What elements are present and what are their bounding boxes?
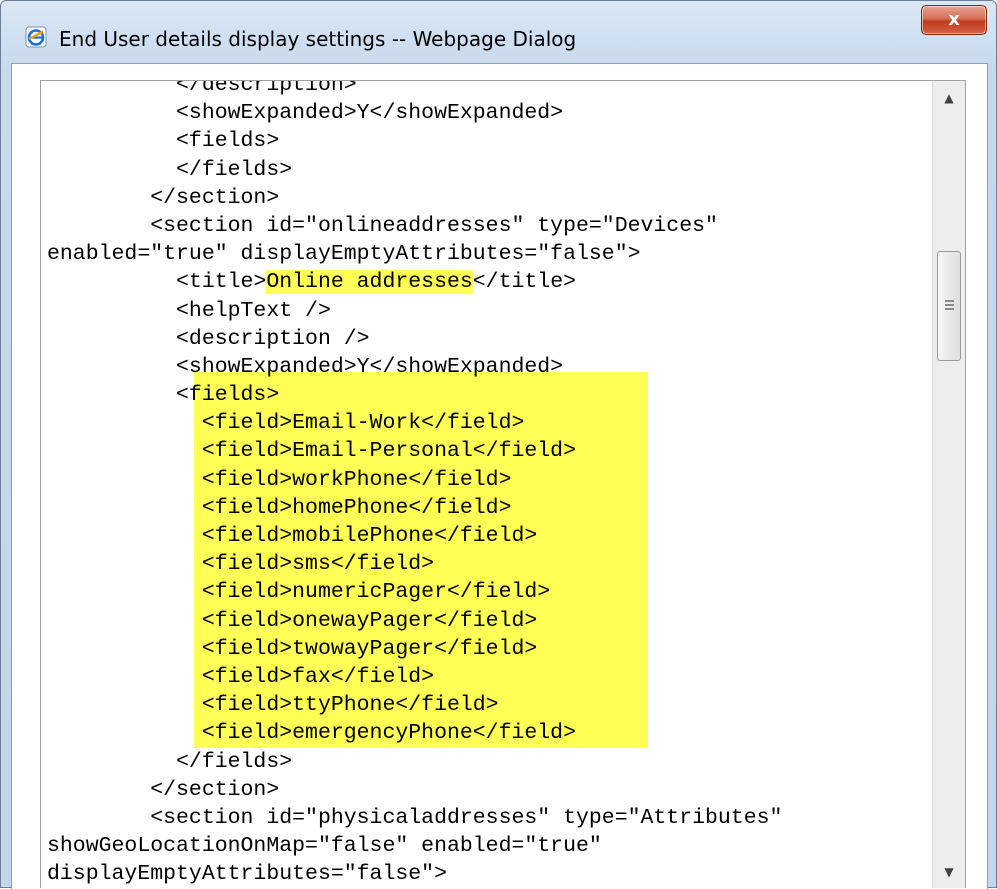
ie-icon (25, 26, 47, 48)
code-text: <field>mobilePhone</field> (47, 524, 538, 548)
code-line: displayEmptyAttributes="false"> (47, 860, 782, 888)
code-line: <section id="onlineaddresses" type="Devi… (47, 212, 782, 240)
code-text: <fields> (47, 129, 280, 154)
code-line: <field>fax</field> (47, 663, 782, 691)
code-line: </section> (47, 776, 782, 804)
code-text: </section> (47, 185, 280, 210)
grip-icon (945, 300, 954, 310)
code-line: <section id="physicaladdresses" type="At… (47, 804, 782, 832)
code-line: showGeoLocationOnMap="false" enabled="tr… (47, 832, 782, 860)
code-text: </description> (47, 80, 357, 97)
code-line: <field>onewayPager</field> (47, 607, 782, 635)
close-button[interactable]: x (921, 5, 987, 35)
code-text: <field>workPhone</field> (47, 467, 512, 492)
code-text: <title> (47, 270, 267, 295)
window-title: End User details display settings -- Web… (59, 27, 577, 51)
code-line: <field>numericPager</field> (47, 578, 782, 606)
highlighted-text: Online addresses (266, 270, 473, 295)
code-text: <description /> (47, 326, 370, 351)
code-text: <field>Email-Personal</field> (47, 439, 576, 464)
xml-text-editor[interactable]: </description> <showExpanded>Y</showExpa… (40, 80, 966, 888)
code-text: displayEmptyAttributes="false"> (47, 862, 447, 887)
code-line: <field>ttyPhone</field> (47, 691, 782, 719)
code-line: <field>emergencyPhone</field> (47, 719, 782, 747)
code-text: <field>onewayPager</field> (47, 608, 538, 633)
title-bar[interactable]: End User details display settings -- Web… (1, 1, 996, 63)
code-line: <fields> (47, 381, 782, 409)
code-line: <title>Online addresses</title> (47, 268, 782, 296)
code-text: </fields> (47, 749, 293, 774)
code-text: <section id="onlineaddresses" type="Devi… (47, 213, 718, 238)
code-text: <field>emergencyPhone</field> (47, 721, 576, 746)
code-text: </section> (47, 777, 280, 802)
code-text: enabled="true" displayEmptyAttributes="f… (47, 242, 641, 267)
code-line: <showExpanded>Y</showExpanded> (47, 353, 782, 381)
code-line: </description> (47, 80, 782, 99)
code-text: <section id="physicaladdresses" type="At… (47, 805, 783, 830)
code-line: <helpText /> (47, 297, 782, 325)
code-text: <showExpanded>Y</showExpanded> (47, 101, 564, 126)
code-line: <field>Email-Work</field> (47, 409, 782, 437)
close-icon: x (948, 9, 960, 30)
code-text: </fields> (47, 157, 293, 182)
code-text: <field>homePhone</field> (47, 495, 512, 520)
code-line: <field>homePhone</field> (47, 494, 782, 522)
code-line: <fields> (47, 127, 782, 155)
vertical-scrollbar[interactable]: ▲ ▼ (932, 81, 965, 888)
code-line: <field>workPhone</field> (47, 466, 782, 494)
scroll-up-arrow-icon[interactable]: ▲ (933, 81, 965, 115)
code-line: <field>sms</field> (47, 550, 782, 578)
code-line: <description /> (47, 325, 782, 353)
code-line: enabled="true" displayEmptyAttributes="f… (47, 240, 782, 268)
code-line: </section> (47, 184, 782, 212)
scroll-thumb[interactable] (937, 251, 961, 361)
code-line: </fields> (47, 156, 782, 184)
code-text: <field>twowayPager</field> (47, 636, 538, 661)
code-text: <fields> (47, 383, 280, 408)
code-line: <field>mobilePhone</field> (47, 522, 782, 550)
code-line: <showExpanded>Y</showExpanded> (47, 99, 782, 127)
scroll-down-arrow-icon[interactable]: ▼ (933, 855, 965, 888)
code-line: <field>Email-Personal</field> (47, 437, 782, 465)
code-text: <field>Email-Work</field> (47, 411, 525, 436)
code-line: <field>twowayPager</field> (47, 635, 782, 663)
code-text: <field>sms</field> (47, 552, 435, 577)
code-text: <showExpanded>Y</showExpanded> (47, 354, 564, 379)
code-text: <field>ttyPhone</field> (47, 693, 499, 718)
code-text: <field>fax</field> (47, 664, 435, 689)
code-text: showGeoLocationOnMap="false" enabled="tr… (47, 834, 602, 859)
code-text: <helpText /> (47, 298, 331, 323)
xml-code[interactable]: </description> <showExpanded>Y</showExpa… (47, 80, 782, 888)
code-line: </fields> (47, 748, 782, 776)
code-text-suffix: </title> (472, 270, 576, 295)
code-text: <field>numericPager</field> (47, 580, 551, 605)
